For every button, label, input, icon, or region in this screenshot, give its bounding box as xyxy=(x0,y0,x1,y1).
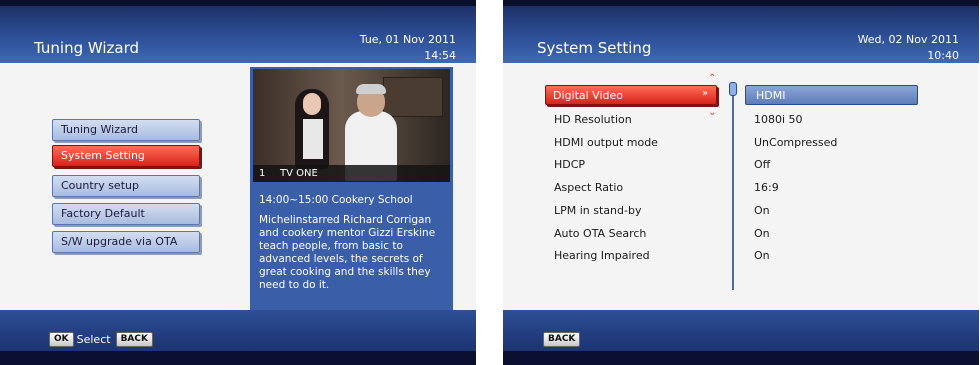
header-top-edge xyxy=(503,0,979,6)
programme-description: Michelinstarred Richard Corrigan and coo… xyxy=(259,214,436,291)
scrollbar-thumb[interactable] xyxy=(729,82,737,96)
date-time: Wed, 02 Nov 2011 10:40 xyxy=(858,32,959,64)
menu-item-sw-upgrade-ota[interactable]: S/W upgrade via OTA xyxy=(52,231,200,253)
menu-item-tuning-wizard[interactable]: Tuning Wizard xyxy=(52,119,200,141)
setting-value-auto-ota-search: On xyxy=(754,227,770,240)
ok-key-icon[interactable]: OK xyxy=(49,332,74,347)
video-person-woman-face xyxy=(303,93,321,115)
setting-value-hearing-impaired: On xyxy=(754,249,770,262)
menu-item-country-setup[interactable]: Country setup xyxy=(52,175,200,197)
header-bar: System Setting Wed, 02 Nov 2011 10:40 xyxy=(503,0,979,63)
channel-info-bar: 1 TV ONE xyxy=(253,165,450,182)
page-title: Tuning Wizard xyxy=(34,39,140,57)
date-label: Tue, 01 Nov 2011 xyxy=(359,33,456,46)
video-person-man-hair xyxy=(356,84,386,94)
setting-label-lpm-standby[interactable]: LPM in stand-by xyxy=(554,204,641,217)
menu-item-factory-default[interactable]: Factory Default xyxy=(52,203,200,225)
footer-key-hints: OK Select BACK xyxy=(49,329,153,347)
back-key-icon[interactable]: BACK xyxy=(543,332,581,347)
setting-label-hd-resolution[interactable]: HD Resolution xyxy=(554,113,632,126)
setting-value-hdmi-output-mode: UnCompressed xyxy=(754,136,838,149)
chevron-right-icon: » xyxy=(702,88,709,99)
footer-key-hints: BACK xyxy=(543,329,581,348)
channel-number: 1 xyxy=(259,168,266,179)
chevron-up-icon[interactable]: ⌃ xyxy=(708,73,716,84)
time-label: 10:40 xyxy=(927,49,959,62)
video-person-woman-shirt xyxy=(303,119,323,159)
setting-value-digital-video[interactable]: HDMI xyxy=(756,89,785,102)
setting-label-hdcp[interactable]: HDCP xyxy=(554,158,585,171)
tuning-wizard-screen: Tuning Wizard Tue, 01 Nov 2011 14:54 Tun… xyxy=(0,0,476,365)
ok-key-label: Select xyxy=(76,333,111,346)
tv-preview-video: 1 TV ONE xyxy=(253,69,450,182)
footer-edge xyxy=(503,351,979,365)
back-key-icon[interactable]: BACK xyxy=(115,332,153,347)
settings-divider xyxy=(732,82,734,290)
setting-value-lpm-standby: On xyxy=(754,204,770,217)
setting-label-hdmi-output-mode[interactable]: HDMI output mode xyxy=(554,136,658,149)
setting-label-aspect-ratio[interactable]: Aspect Ratio xyxy=(554,181,623,194)
date-time: Tue, 01 Nov 2011 14:54 xyxy=(360,32,456,64)
page-title: System Setting xyxy=(537,39,652,57)
channel-preview-panel: 1 TV ONE 14:00~15:00 Cookery School Mich… xyxy=(250,67,453,310)
time-label: 14:54 xyxy=(424,49,456,62)
channel-name: TV ONE xyxy=(280,168,318,179)
setting-label-hearing-impaired[interactable]: Hearing Impaired xyxy=(554,249,650,262)
video-shelf xyxy=(383,77,443,117)
setting-value-hdcp: Off xyxy=(754,158,771,171)
date-label: Wed, 02 Nov 2011 xyxy=(857,33,959,46)
chevron-down-icon[interactable]: ⌄ xyxy=(708,107,716,118)
setting-label-auto-ota-search[interactable]: Auto OTA Search xyxy=(554,227,646,240)
system-setting-screen: System Setting Wed, 02 Nov 2011 10:40 ⌃ … xyxy=(503,0,979,365)
menu-item-system-setting[interactable]: System Setting xyxy=(52,145,200,167)
setting-value-aspect-ratio: 16:9 xyxy=(754,181,779,194)
header-bar: Tuning Wizard Tue, 01 Nov 2011 14:54 xyxy=(0,0,476,63)
programme-time-title: 14:00~15:00 Cookery School xyxy=(259,194,413,206)
setting-label-digital-video[interactable]: Digital Video xyxy=(553,89,623,102)
footer-edge xyxy=(0,351,476,365)
setting-value-hd-resolution: 1080i 50 xyxy=(754,113,803,126)
header-top-edge xyxy=(0,0,476,6)
